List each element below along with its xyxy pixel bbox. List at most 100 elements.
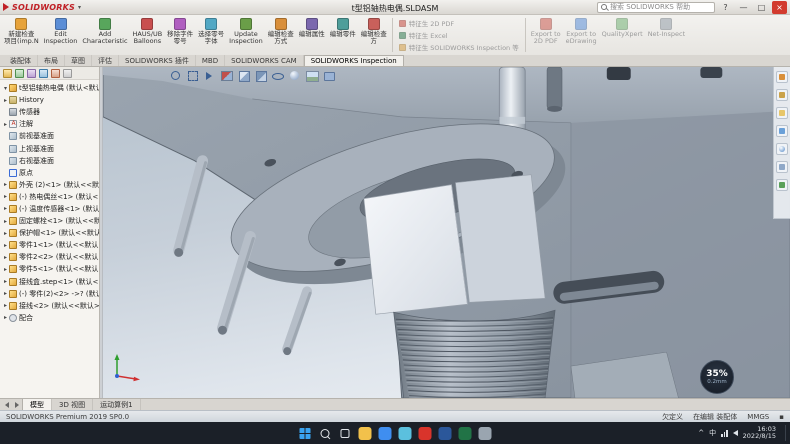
zoom-fit-icon[interactable]: [169, 69, 182, 82]
ribbon-option[interactable]: 特征生 Excel: [399, 30, 519, 40]
help-button[interactable]: ?: [718, 1, 733, 14]
search-button[interactable]: [319, 427, 332, 440]
featuremanager-tab-icon[interactable]: [3, 69, 12, 78]
dimxpertmanager-tab-icon[interactable]: [39, 69, 48, 78]
minimize-button[interactable]: —: [736, 1, 751, 14]
tree-expander[interactable]: ▸: [2, 254, 9, 261]
command-tab[interactable]: 草图: [65, 55, 92, 66]
tree-expander[interactable]: ▸: [2, 193, 9, 200]
apply-scene-icon[interactable]: [305, 69, 318, 82]
command-tab[interactable]: SOLIDWORKS 插件: [119, 55, 196, 66]
zoom-area-icon[interactable]: [186, 69, 199, 82]
tree-expander[interactable]: ▸: [2, 242, 9, 249]
tree-item[interactable]: ▸ 外壳 (2)<1> (默认<<默认>_显示状: [2, 179, 99, 191]
tree-expander[interactable]: ▾: [2, 85, 9, 92]
tree-item[interactable]: ▾ t型铝轴热电偶 (默认<默认_显示状态-1: [2, 82, 99, 94]
tree-expander[interactable]: ▸: [2, 266, 9, 273]
model-tab[interactable]: 3D 视图: [52, 399, 93, 410]
resources-tab-icon[interactable]: [776, 71, 788, 83]
start-button[interactable]: [299, 427, 312, 440]
tab-scroll-right-icon[interactable]: [12, 399, 22, 410]
tree-expander[interactable]: ▸: [2, 230, 9, 237]
section-view-icon[interactable]: [220, 69, 233, 82]
ribbon-button[interactable]: Export to eDrawing: [564, 16, 599, 54]
view-palette-tab-icon[interactable]: [776, 125, 788, 137]
close-button[interactable]: ×: [772, 1, 787, 14]
ime-indicator[interactable]: 中: [709, 428, 716, 438]
propertymanager-tab-icon[interactable]: [15, 69, 24, 78]
ribbon-button[interactable]: HAUS/UB Balloons: [131, 16, 165, 54]
custom-properties-tab-icon[interactable]: [776, 161, 788, 173]
tree-item[interactable]: ▸ 接线<2> (默认<<默认>_显示状: [2, 300, 99, 312]
ribbon-button[interactable]: Update Inspection: [227, 16, 265, 54]
ribbon-button[interactable]: 编辑属性: [297, 16, 327, 54]
ribbon-option[interactable]: 特征生 2D PDF: [399, 18, 519, 28]
tree-item[interactable]: ▸ 注解: [2, 118, 99, 130]
taskbar-clock[interactable]: 16:03 2022/8/15: [743, 426, 776, 441]
tree-item[interactable]: ▸ 零件1<1> (默认<<默认>_显示状: [2, 239, 99, 251]
tree-item[interactable]: 右视基准面: [2, 155, 99, 167]
tree-item[interactable]: ▸ 固定螺栓<1> (默认<<默认>_显示: [2, 215, 99, 227]
ribbon-button[interactable]: 移除字件 零号: [165, 16, 195, 54]
command-tab[interactable]: SOLIDWORKS Inspection: [304, 55, 404, 66]
tree-expander[interactable]: ▸: [2, 278, 9, 285]
settings-icon[interactable]: [479, 427, 492, 440]
view-settings-icon[interactable]: [322, 69, 335, 82]
model-tab[interactable]: 运动算例1: [93, 399, 140, 410]
tree-item[interactable]: 原点: [2, 167, 99, 179]
excel-icon[interactable]: [459, 427, 472, 440]
ribbon-option[interactable]: 特征生 SOLIDWORKS Inspection 等: [399, 42, 519, 52]
file-explorer-icon[interactable]: [359, 427, 372, 440]
tree-expander[interactable]: ▸: [2, 121, 9, 128]
task-view-button[interactable]: [339, 427, 352, 440]
tree-item[interactable]: ▸ (-) 温度传感器<1> (默认<<默认>_: [2, 203, 99, 215]
network-icon[interactable]: [721, 429, 728, 437]
edit-appearance-icon[interactable]: [288, 69, 301, 82]
tree-item[interactable]: ▸ 零件5<1> (默认<<默认>_显示状: [2, 263, 99, 275]
view-orientation-icon[interactable]: [237, 69, 250, 82]
maximize-button[interactable]: □: [754, 1, 769, 14]
edge-icon[interactable]: [379, 427, 392, 440]
ribbon-button[interactable]: 编辑检查 方式: [266, 16, 296, 54]
ribbon-button[interactable]: 编辑零件: [328, 16, 358, 54]
tree-item[interactable]: ▸ 零件2<2> (默认<<默认>_显示状: [2, 251, 99, 263]
tree-expander[interactable]: ▸: [2, 97, 9, 104]
tree-expander[interactable]: ▸: [2, 181, 9, 188]
browser-icon[interactable]: [399, 427, 412, 440]
file-explorer-tab-icon[interactable]: [776, 107, 788, 119]
ribbon-button[interactable]: 编辑检查 方: [359, 16, 389, 54]
ribbon-button[interactable]: QualityXpert: [600, 16, 645, 54]
command-tab[interactable]: MBD: [196, 55, 225, 66]
tree-expander[interactable]: ▸: [2, 314, 9, 321]
appearances-scenes-tab-icon[interactable]: [776, 143, 788, 155]
command-tab[interactable]: 评估: [92, 55, 119, 66]
panel-expand-icon[interactable]: [63, 69, 72, 78]
tree-item[interactable]: 传感器: [2, 106, 99, 118]
tree-item[interactable]: ▸ 保护帽<1> (默认<<默认>_显示状: [2, 227, 99, 239]
ribbon-button[interactable]: Export to 2D PDF: [529, 16, 563, 54]
tree-expander[interactable]: ▸: [2, 205, 9, 212]
word-icon[interactable]: [439, 427, 452, 440]
tab-scroll-left-icon[interactable]: [2, 399, 12, 410]
solidworks-icon[interactable]: [419, 427, 432, 440]
volume-icon[interactable]: [733, 430, 738, 436]
tree-expander[interactable]: ▸: [2, 218, 9, 225]
model-3d[interactable]: [103, 67, 790, 398]
tree-item[interactable]: ▸ (-) 零件(2)<2> ->? (默认<<默认: [2, 288, 99, 300]
graphics-area[interactable]: 35% 0.2mm: [103, 67, 790, 398]
model-tab[interactable]: 模型: [22, 399, 52, 410]
help-search-box[interactable]: 搜索 SOLIDWORKS 帮助: [597, 2, 715, 13]
ribbon-button[interactable]: Net-Inspect: [646, 16, 687, 54]
menu-chevron-icon[interactable]: ▾: [78, 4, 81, 11]
show-desktop-button[interactable]: [785, 425, 787, 441]
display-style-icon[interactable]: [254, 69, 267, 82]
tree-item[interactable]: 前视基准面: [2, 130, 99, 142]
command-tab[interactable]: 装配体: [4, 55, 38, 66]
tree-item[interactable]: 上视基准面: [2, 142, 99, 154]
tree-item[interactable]: ▸ 配合: [2, 312, 99, 324]
tray-chevron-icon[interactable]: ^: [698, 429, 704, 437]
ribbon-button[interactable]: Add Characteristic: [80, 16, 129, 54]
forum-tab-icon[interactable]: [776, 179, 788, 191]
ribbon-button[interactable]: 新建检查 项目(imp.N: [2, 16, 41, 54]
tree-item[interactable]: ▸ 接线盒.step<1> (默认<<默认>_: [2, 276, 99, 288]
